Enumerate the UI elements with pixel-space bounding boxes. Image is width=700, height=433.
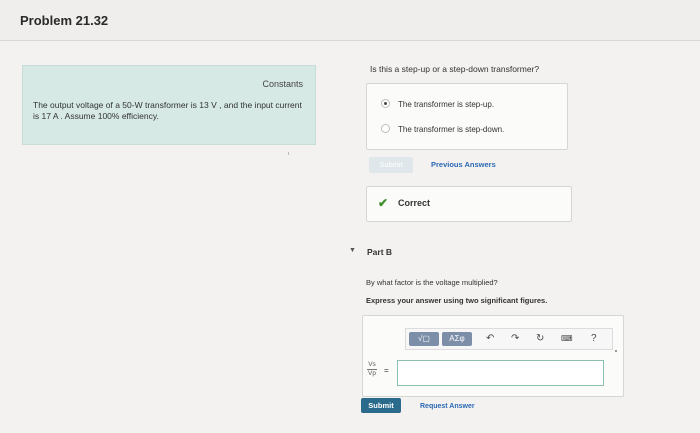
help-icon[interactable]: ? (591, 332, 597, 346)
radio-unselected[interactable] (381, 124, 390, 133)
answer-choices: The transformer is step-up. The transfor… (366, 83, 568, 150)
page: Problem 21.32 Constants The output volta… (0, 0, 700, 433)
title-bar: Problem 21.32 (0, 0, 700, 41)
keyboard-icon[interactable]: ⌨ (561, 332, 573, 346)
part-b-instruction: Express your answer using two significan… (366, 296, 548, 305)
request-answer-link[interactable]: Request Answer (420, 403, 475, 410)
templates-button[interactable]: √▢ (409, 332, 439, 346)
feedback-label: Correct (398, 198, 431, 208)
collapse-triangle-icon[interactable]: ▼ (349, 247, 356, 254)
previous-answers-link[interactable]: Previous Answers (431, 160, 496, 169)
fraction-numerator: Vs (368, 361, 376, 368)
constants-heading: Constants (262, 79, 303, 89)
divider-mark (288, 152, 289, 155)
correct-feedback: ✔ Correct (366, 186, 572, 222)
answer-input[interactable] (397, 360, 604, 386)
constants-text: The output voltage of a 50-W transformer… (33, 100, 302, 121)
equals-sign: = (384, 366, 389, 375)
choice-step-down[interactable]: The transformer is step-down. (381, 124, 505, 134)
reset-icon[interactable]: ↻ (536, 332, 544, 346)
fraction-denominator: Vp (368, 370, 376, 377)
page-title: Problem 21.32 (20, 13, 109, 28)
greek-symbols-button[interactable]: ΑΣφ (442, 332, 472, 346)
resize-dot (615, 350, 617, 352)
choice-label: The transformer is step-down. (398, 125, 505, 134)
part-a-question: Is this a step-up or a step-down transfo… (370, 64, 540, 74)
part-b-label[interactable]: Part B (367, 247, 392, 257)
choice-step-up[interactable]: The transformer is step-up. (381, 99, 495, 109)
constants-panel: Constants The output voltage of a 50-W t… (22, 65, 316, 145)
radio-selected[interactable] (381, 99, 390, 108)
part-b-submit-button[interactable]: Submit (361, 398, 401, 413)
math-toolbar: √▢ ΑΣφ ↶ ↷ ↻ ⌨ ? (405, 328, 613, 350)
undo-icon[interactable]: ↶ (486, 332, 494, 346)
redo-icon[interactable]: ↷ (511, 332, 519, 346)
part-a-submit-button[interactable]: Submit (369, 157, 413, 173)
part-b-question: By what factor is the voltage multiplied… (366, 278, 498, 287)
choice-label: The transformer is step-up. (398, 100, 495, 109)
check-icon: ✔ (378, 196, 389, 210)
fraction-label: Vs Vp (367, 361, 377, 378)
